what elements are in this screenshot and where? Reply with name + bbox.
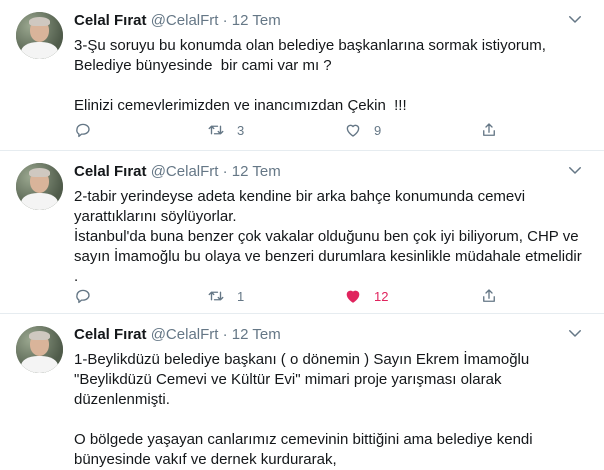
tweet[interactable]: Celal Fırat @CelalFrt · 12 Tem 1-Beylikd…	[0, 314, 604, 468]
retweet-icon	[208, 125, 224, 135]
tweet-text: 1-Beylikdüzü belediye başkanı ( o dönemi…	[74, 351, 533, 468]
separator-dot: ·	[222, 163, 228, 180]
share-button[interactable]	[480, 286, 498, 306]
tweet-date[interactable]: 12 Tem	[232, 326, 281, 343]
tweet-actions: 1 12	[74, 286, 514, 306]
reply-icon	[76, 123, 90, 138]
chevron-down-icon[interactable]	[566, 161, 584, 179]
author-name[interactable]: Celal Fırat	[74, 326, 147, 343]
retweet-count: 3	[237, 122, 245, 138]
tweet-actions: 3 9	[74, 120, 514, 140]
tweet-date[interactable]: 12 Tem	[232, 163, 281, 180]
author-handle[interactable]: @CelalFrt	[151, 326, 219, 343]
separator-dot: ·	[222, 326, 228, 343]
avatar[interactable]	[16, 163, 63, 210]
share-icon	[483, 289, 495, 302]
retweet-count: 1	[237, 288, 245, 304]
reply-button[interactable]	[74, 120, 104, 140]
like-icon	[346, 124, 360, 137]
tweet[interactable]: Celal Fırat @CelalFrt · 12 Tem 2-tabir y…	[0, 151, 604, 314]
tweet-header: Celal Fırat @CelalFrt · 12 Tem	[74, 12, 584, 32]
like-count: 9	[374, 122, 382, 138]
share-icon	[483, 123, 495, 136]
tweet-text: 3-Şu soruyu bu konumda olan belediye baş…	[74, 37, 546, 114]
like-count: 12	[374, 288, 389, 304]
tweet-date[interactable]: 12 Tem	[232, 12, 281, 29]
author-handle[interactable]: @CelalFrt	[151, 163, 219, 180]
avatar[interactable]	[16, 12, 63, 59]
retweet-icon	[208, 291, 224, 301]
tweet-header: Celal Fırat @CelalFrt · 12 Tem	[74, 326, 584, 346]
like-button[interactable]: 12	[344, 286, 388, 306]
separator-dot: ·	[222, 12, 228, 29]
chevron-down-icon[interactable]	[566, 324, 584, 342]
author-name[interactable]: Celal Fırat	[74, 163, 147, 180]
tweet-text: 2-tabir yerindeyse adeta kendine bir ark…	[74, 188, 582, 285]
reply-button[interactable]	[74, 286, 104, 306]
avatar[interactable]	[16, 326, 63, 373]
share-button[interactable]	[480, 120, 498, 140]
chevron-down-icon[interactable]	[566, 10, 584, 28]
author-handle[interactable]: @CelalFrt	[151, 12, 219, 29]
retweet-button[interactable]: 1	[207, 286, 244, 306]
like-icon	[346, 290, 360, 303]
tweet-header: Celal Fırat @CelalFrt · 12 Tem	[74, 163, 584, 183]
tweet[interactable]: Celal Fırat @CelalFrt · 12 Tem 3-Şu soru…	[0, 0, 604, 151]
like-button[interactable]: 9	[344, 120, 381, 140]
retweet-button[interactable]: 3	[207, 120, 244, 140]
author-name[interactable]: Celal Fırat	[74, 12, 147, 29]
reply-icon	[76, 289, 90, 304]
